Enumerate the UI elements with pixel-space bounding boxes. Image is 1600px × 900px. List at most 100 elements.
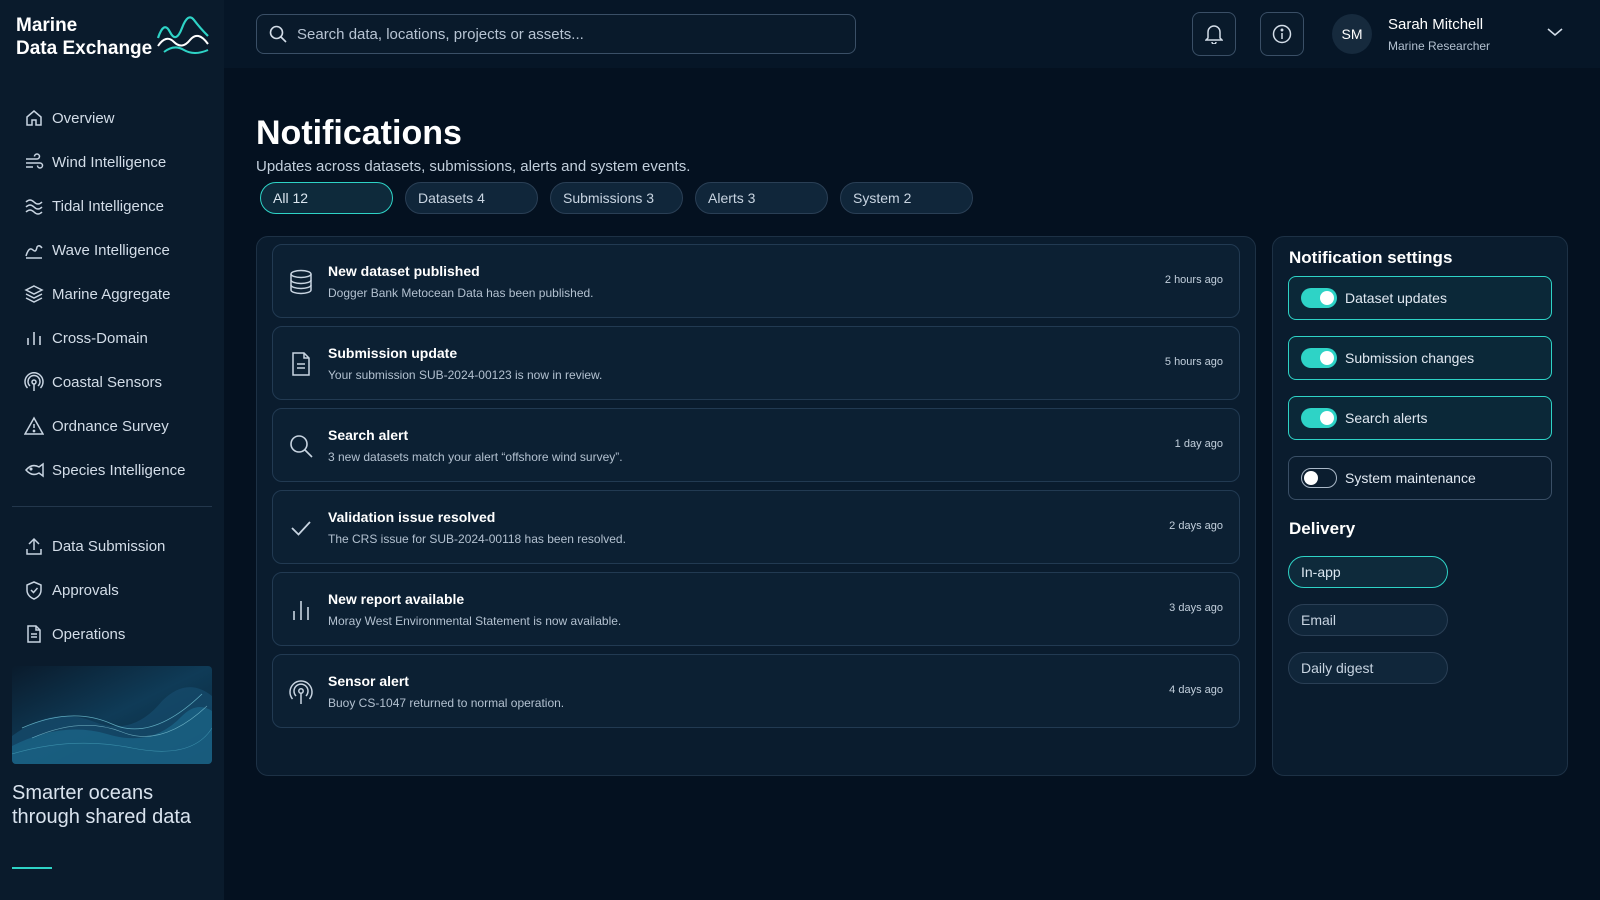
toggle-switch[interactable] [1301,468,1337,488]
nav-label: Cross-Domain [52,329,148,347]
notification-item[interactable]: Search alert 3 new datasets match your a… [272,408,1240,482]
toggle-search-alerts[interactable]: Search alerts [1288,396,1552,440]
search-bar[interactable] [256,14,856,54]
document-icon [24,624,44,644]
nav-label: Data Submission [52,537,166,555]
notification-item[interactable]: Validation issue resolved The CRS issue … [272,490,1240,564]
toggle-switch[interactable] [1301,348,1337,368]
toggle-submission-changes[interactable]: Submission changes [1288,336,1552,380]
filter-alerts[interactable]: Alerts 3 [695,182,828,214]
filter-system[interactable]: System 2 [840,182,973,214]
search-icon [269,25,287,43]
info-button[interactable] [1260,12,1304,56]
fish-icon [24,460,44,480]
layers-icon [24,284,44,304]
bar-chart-icon [24,328,44,348]
notification-time: 1 day ago [1174,438,1223,450]
nav-label: Operations [52,625,126,643]
nav-label: Tidal Intelligence [52,197,165,215]
nav-item-tidal-intelligence[interactable]: Tidal Intelligence [0,184,224,228]
wave-logo-icon [156,16,209,54]
brand-logo-text[interactable]: Marine Data Exchange [16,14,152,60]
notification-title: New report available [328,591,465,607]
notification-title: New dataset published [328,263,480,279]
bell-icon [1205,24,1223,44]
page-subtitle: Updates across datasets, submissions, al… [256,158,691,175]
tagline-accent-line [12,867,52,869]
notification-settings-panel: Notification settings Dataset updates Su… [1272,236,1568,776]
notification-title: Validation issue resolved [328,509,496,525]
search-icon [287,432,315,460]
nav-item-cross-domain[interactable]: Cross-Domain [0,316,224,360]
notification-desc: Dogger Bank Metocean Data has been publi… [328,286,594,300]
notification-item[interactable]: Sensor alert Buoy CS-1047 returned to no… [272,654,1240,728]
nav-item-coastal-sensors[interactable]: Coastal Sensors [0,360,224,404]
nav-divider [12,506,212,507]
toggle-switch[interactable] [1301,408,1337,428]
notification-title: Sensor alert [328,673,409,689]
bar-chart-icon [287,596,315,624]
upload-icon [24,536,44,556]
notification-time: 3 days ago [1169,602,1223,614]
notification-desc: Buoy CS-1047 returned to normal operatio… [328,696,565,710]
home-icon [24,108,44,128]
chevron-down-icon[interactable] [1546,26,1564,38]
nav-item-ordnance-survey[interactable]: Ordnance Survey [0,404,224,448]
user-avatar[interactable]: SM [1332,14,1372,54]
notification-desc: Moray West Environmental Statement is no… [328,614,622,628]
nav-item-operations[interactable]: Operations [0,612,224,656]
nav-item-species-intelligence[interactable]: Species Intelligence [0,448,224,492]
nav-label: Coastal Sensors [52,373,163,391]
toggle-label: Search alerts [1345,410,1428,426]
notification-desc: 3 new datasets match your alert “offshor… [328,450,623,464]
brand-line-1: Marine [16,15,78,36]
info-icon [1272,24,1292,44]
notification-time: 5 hours ago [1164,356,1223,368]
notification-item[interactable]: Submission update Your submission SUB-20… [272,326,1240,400]
notification-title: Search alert [328,427,409,443]
delivery-title: Delivery [1289,519,1356,538]
page-title: Notifications [256,114,462,152]
notification-title: Submission update [328,345,458,361]
nav-label: Species Intelligence [52,461,186,479]
nav-item-wind-intelligence[interactable]: Wind Intelligence [0,140,224,184]
toggle-system-maintenance[interactable]: System maintenance [1288,456,1552,500]
tagline: Smarter oceans through shared data [12,782,192,828]
delivery-email[interactable]: Email [1288,604,1448,636]
notification-item[interactable]: New dataset published Dogger Bank Metoce… [272,244,1240,318]
check-icon [287,514,315,542]
document-icon [287,350,315,378]
toggle-label: System maintenance [1345,470,1476,486]
nav-label: Wind Intelligence [52,153,167,171]
nav-item-overview[interactable]: Overview [0,96,224,140]
nav-item-wave-intelligence[interactable]: Wave Intelligence [0,228,224,272]
filter-submissions[interactable]: Submissions 3 [550,182,683,214]
nav-item-approvals[interactable]: Approvals [0,568,224,612]
filter-all[interactable]: All 12 [260,182,393,214]
nav-item-marine-aggregate[interactable]: Marine Aggregate [0,272,224,316]
database-icon [287,268,315,296]
toggle-switch[interactable] [1301,288,1337,308]
nav-item-data-submission[interactable]: Data Submission [0,524,224,568]
notification-time: 2 days ago [1169,520,1223,532]
filter-datasets[interactable]: Datasets 4 [405,182,538,214]
primary-nav: Overview Wind Intelligence Tidal Intelli… [0,96,224,492]
tide-icon [24,196,44,216]
delivery-daily-digest[interactable]: Daily digest [1288,652,1448,684]
notification-time: 2 hours ago [1164,274,1223,286]
search-input[interactable] [297,25,837,43]
nav-label: Overview [52,109,115,127]
warning-icon [24,416,44,436]
notification-desc: Your submission SUB-2024-00123 is now in… [328,368,603,382]
toggle-label: Submission changes [1345,350,1475,366]
shield-check-icon [24,580,44,600]
delivery-in-app[interactable]: In-app [1288,556,1448,588]
notification-time: 4 days ago [1169,684,1223,696]
secondary-nav: Data Submission Approvals Operations [0,524,224,656]
notifications-button[interactable] [1192,12,1236,56]
nav-label: Marine Aggregate [52,285,171,303]
user-name: Sarah Mitchell [1388,16,1484,33]
sensor-icon [287,678,315,706]
notification-item[interactable]: New report available Moray West Environm… [272,572,1240,646]
toggle-dataset-updates[interactable]: Dataset updates [1288,276,1552,320]
